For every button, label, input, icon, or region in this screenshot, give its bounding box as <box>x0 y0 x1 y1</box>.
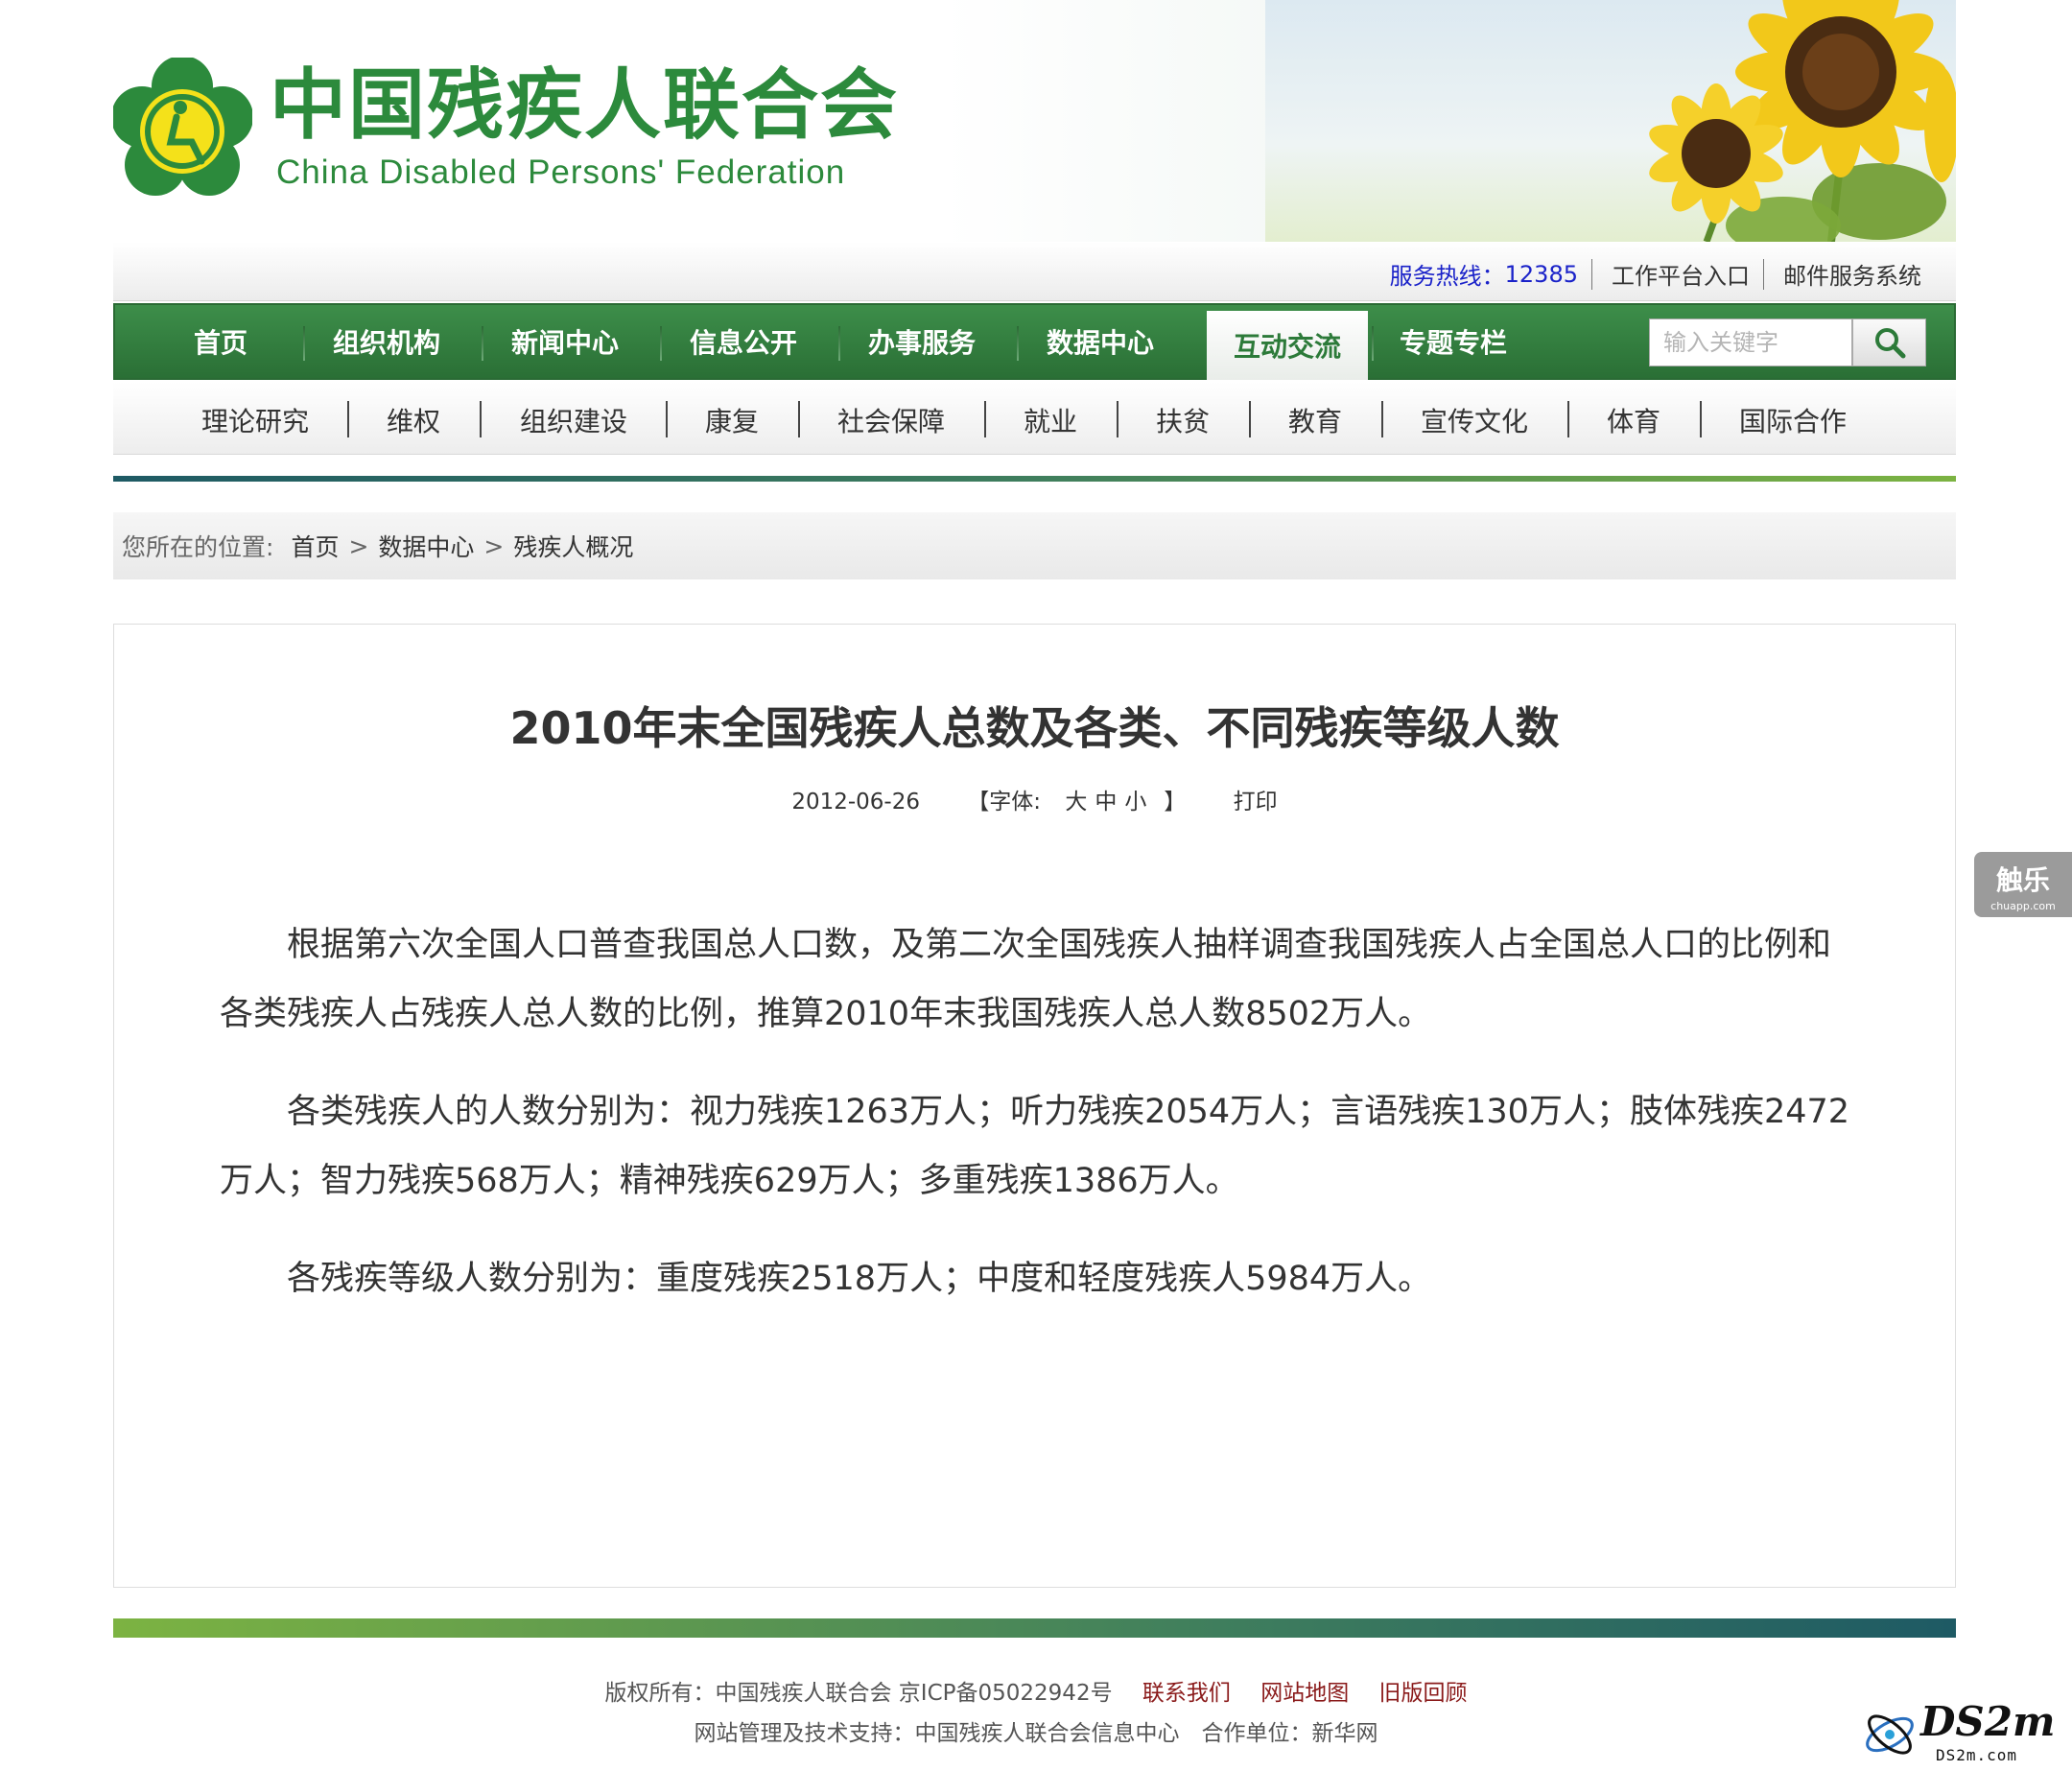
top-utility-bar: 服务热线： 12385 工作平台入口 邮件服务系统 <box>113 242 1956 301</box>
article-paragraph: 各类残疾人的人数分别为：视力残疾1263万人；听力残疾2054万人；言语残疾13… <box>220 1093 1850 1200</box>
print-button[interactable]: 打印 <box>1234 790 1278 815</box>
nav-divider <box>1372 326 1374 361</box>
utility-links: 服务热线： 12385 工作平台入口 邮件服务系统 <box>1390 257 1921 291</box>
footer-divider-rule <box>113 1618 1956 1638</box>
subnav-item-rights[interactable]: 维权 <box>387 401 440 439</box>
site-title-cn: 中国残疾人联合会 <box>270 60 899 150</box>
article-body: 根据第六次全国人口普查我国总人口数，及第二次全国残疾人抽样调查我国残疾人占全国总… <box>220 910 1860 1342</box>
subnav-divider <box>480 401 482 437</box>
breadcrumb-current[interactable]: 残疾人概况 <box>513 529 633 563</box>
subnav-item-sports[interactable]: 体育 <box>1607 401 1660 439</box>
subnav-divider <box>984 401 986 437</box>
hotline-number: 12385 <box>1504 260 1578 288</box>
divider <box>1591 258 1592 290</box>
article-meta: 2012-06-26 【字体: 大中小】 打印 <box>114 783 1955 815</box>
footer-support-line: 网站管理及技术支持：中国残疾人联合会信息中心 合作单位：新华网 <box>694 1721 1378 1746</box>
workbench-link[interactable]: 工作平台入口 <box>1612 257 1750 291</box>
header-divider-rule <box>113 476 1956 482</box>
subnav-item-international[interactable]: 国际合作 <box>1739 401 1847 439</box>
breadcrumb-separator: > <box>483 531 505 560</box>
nav-divider <box>838 326 840 361</box>
search-icon <box>1874 328 1905 359</box>
nav-divider <box>482 326 483 361</box>
nav-divider <box>660 326 662 361</box>
side-badge-en: chuapp.com <box>1990 900 2056 912</box>
subnav-divider <box>1700 401 1702 437</box>
watermark-subtext: DS2m.com <box>1936 1746 2018 1764</box>
subnav-divider <box>347 401 349 437</box>
breadcrumb-separator: > <box>348 531 369 560</box>
search-box <box>1649 319 1852 366</box>
nav-divider <box>1017 326 1019 361</box>
breadcrumb-prefix: 您所在的位置: <box>122 533 274 561</box>
mail-system-link[interactable]: 邮件服务系统 <box>1783 257 1921 291</box>
nav-item-services[interactable]: 办事服务 <box>855 305 989 378</box>
subnav-item-education[interactable]: 教育 <box>1288 401 1342 439</box>
subnav-divider <box>1117 401 1118 437</box>
ds2m-logo-icon <box>1866 1714 1914 1755</box>
side-badge-cn: 触乐 <box>1995 864 2050 896</box>
subnav-divider <box>798 401 800 437</box>
breadcrumb-data-center[interactable]: 数据中心 <box>378 529 474 563</box>
nav-divider <box>303 326 305 361</box>
footer-copyright-line: 版权所有：中国残疾人联合会 京ICP备05022942号 联系我们 网站地图 旧… <box>0 1674 2072 1707</box>
site-header: 中国残疾人联合会 China Disabled Persons' Federat… <box>113 0 1956 242</box>
article-paragraph: 根据第六次全国人口普查我国总人口数，及第二次全国残疾人抽样调查我国残疾人占全国总… <box>220 926 1832 1033</box>
subnav-divider <box>666 401 668 437</box>
nav-item-info-disclosure[interactable]: 信息公开 <box>676 305 811 378</box>
cdpf-emblem-icon <box>113 58 252 196</box>
nav-item-special-topics[interactable]: 专题专栏 <box>1386 305 1520 378</box>
site-title-en: China Disabled Persons' Federation <box>276 153 846 191</box>
font-size-small-button[interactable]: 小 <box>1124 790 1146 815</box>
search-input[interactable] <box>1650 319 1851 366</box>
nav-item-data-center[interactable]: 数据中心 <box>1033 305 1167 378</box>
footer-old-version-link[interactable]: 旧版回顾 <box>1379 1681 1468 1706</box>
article-paragraph: 各残疾等级人数分别为：重度残疾2518万人；中度和轻度残疾人5984万人。 <box>287 1260 1432 1298</box>
font-size-medium-button[interactable]: 中 <box>1095 790 1117 815</box>
subnav-divider <box>1381 401 1383 437</box>
nav-item-organization[interactable]: 组织机构 <box>319 305 454 378</box>
nav-item-home[interactable]: 首页 <box>153 305 288 378</box>
watermark-text: DS2m <box>1920 1698 2056 1745</box>
sunflower-banner-image <box>1649 0 1956 242</box>
hotline-label: 服务热线： <box>1389 263 1505 290</box>
font-size-close: 】 <box>1164 790 1187 815</box>
subnav-item-employment[interactable]: 就业 <box>1024 401 1077 439</box>
sub-nav: 理论研究 维权 组织建设 康复 社会保障 就业 扶贫 教育 宣传文化 体育 国际… <box>113 382 1956 455</box>
footer-contact-link[interactable]: 联系我们 <box>1142 1681 1231 1706</box>
font-size-control: 【字体: 大中小】 <box>954 790 1199 815</box>
search-button[interactable] <box>1852 319 1926 366</box>
subnav-divider <box>1567 401 1569 437</box>
subnav-item-rehabilitation[interactable]: 康复 <box>705 401 759 439</box>
article-date: 2012-06-26 <box>791 790 920 815</box>
nav-item-interaction[interactable]: 互动交流 <box>1207 311 1368 380</box>
font-size-large-button[interactable]: 大 <box>1065 790 1087 815</box>
subnav-divider <box>1249 401 1251 437</box>
subnav-item-culture[interactable]: 宣传文化 <box>1421 401 1528 439</box>
article-title: 2010年末全国残疾人总数及各类、不同残疾等级人数 <box>509 702 1560 754</box>
subnav-item-social-security[interactable]: 社会保障 <box>837 401 945 439</box>
nav-item-news[interactable]: 新闻中心 <box>498 305 632 378</box>
chuapp-side-badge[interactable]: 触乐 chuapp.com <box>1974 852 2072 917</box>
footer-sitemap-link[interactable]: 网站地图 <box>1260 1681 1349 1706</box>
ds2m-watermark: DS2m DS2m.com <box>1861 1698 2062 1765</box>
article-container: 2010年末全国残疾人总数及各类、不同残疾等级人数 2012-06-26 【字体… <box>113 624 1956 1588</box>
footer-copyright: 版权所有：中国残疾人联合会 京ICP备05022942号 <box>604 1681 1113 1706</box>
subnav-item-org-building[interactable]: 组织建设 <box>520 401 627 439</box>
breadcrumb: 您所在的位置: 首页 > 数据中心 > 残疾人概况 <box>113 512 1956 579</box>
main-nav: 首页 组织机构 新闻中心 信息公开 办事服务 数据中心 互动交流 专题专栏 <box>113 303 1956 380</box>
font-size-label: 【字体: <box>967 790 1042 815</box>
subnav-item-poverty[interactable]: 扶贫 <box>1156 401 1210 439</box>
breadcrumb-home[interactable]: 首页 <box>291 529 339 563</box>
subnav-item-theory[interactable]: 理论研究 <box>201 401 309 439</box>
divider <box>1763 258 1764 290</box>
